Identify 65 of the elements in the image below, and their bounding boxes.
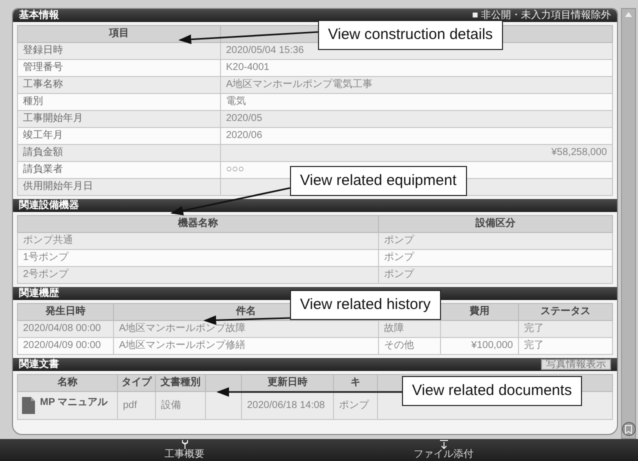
field-value: 電気 — [226, 96, 246, 107]
column-header: ステータス — [540, 306, 590, 317]
field-label: 工事開始年月 — [23, 113, 83, 124]
field-label: 登録日時 — [23, 45, 63, 56]
table-cell: その他 — [384, 340, 414, 351]
column-header: キ — [350, 377, 360, 388]
table-cell: 1号ポンプ — [23, 252, 69, 263]
field-value: K20-4001 — [226, 62, 270, 73]
table-cell: A地区マンホールポンプ故障 — [119, 323, 246, 334]
download-icon — [440, 440, 448, 449]
field-label: 工事名称 — [23, 79, 63, 90]
table-cell: A地区マンホールポンプ修繕 — [119, 340, 246, 351]
table-cell: 故障 — [384, 323, 404, 334]
scroll-up-icon[interactable] — [625, 12, 632, 17]
field-label: 竣工年月 — [23, 130, 63, 141]
column-header: 費用 — [470, 306, 490, 317]
document-icon — [22, 397, 35, 414]
field-value: 2020/05 — [226, 113, 262, 124]
table-cell: 2020/04/09 00:00 — [23, 340, 101, 351]
field-label: 種別 — [23, 96, 43, 107]
toolbar-button[interactable]: 工事概要 — [164, 439, 204, 461]
column-header: 文書種別 — [160, 377, 200, 388]
table-cell: 設備 — [161, 400, 181, 410]
column-header: タイプ — [122, 377, 152, 388]
table-cell: pdf — [123, 400, 137, 410]
field-value: ○○○ — [226, 164, 244, 175]
section-title: 関連機歴 — [19, 287, 59, 300]
column-header: 更新日時 — [268, 377, 308, 388]
field-value: 2020/06 — [226, 130, 262, 141]
field-value: ¥58,258,000 — [551, 147, 607, 158]
table-cell: ポンプ共通 — [23, 235, 73, 246]
field-label: 請負金額 — [23, 147, 63, 158]
field-value: 2020/05/04 15:36 — [226, 45, 304, 56]
section-title: 関連設備機器 — [19, 199, 79, 212]
scrollbar[interactable] — [621, 8, 636, 439]
field-label: 管理番号 — [23, 62, 63, 73]
table-cell: 2号ポンプ — [23, 269, 69, 280]
section-title: 基本情報 — [19, 9, 59, 22]
field-label: 供用開始年月日 — [23, 181, 93, 192]
toolbar-button[interactable]: ファイル添付 — [414, 439, 474, 461]
table-cell: ポンプ — [384, 269, 414, 280]
table-cell: 2020/06/18 14:08 — [247, 400, 325, 410]
column-header: 件名 — [236, 306, 256, 317]
column-header: 名称 — [58, 377, 78, 388]
field-label: 請負業者 — [23, 164, 63, 175]
table-cell: ¥100,000 — [471, 340, 513, 351]
field-value: A地区マンホールポンプ電気工事 — [226, 79, 373, 90]
table-cell: ポンプ — [384, 235, 414, 246]
bookmark-button[interactable] — [622, 422, 636, 436]
callout-label: View construction details — [318, 20, 503, 50]
column-header: 発生日時 — [46, 306, 86, 317]
callout-label: View related documents — [402, 376, 582, 406]
table-cell: 完了 — [524, 323, 544, 334]
column-header: 設備区分 — [476, 218, 516, 229]
column-header: 項目 — [109, 28, 129, 39]
column-header: 機器名称 — [178, 218, 218, 229]
table-cell: ポンプ — [384, 252, 414, 263]
table-cell: 完了 — [524, 340, 544, 351]
callout-label: View related history — [290, 290, 441, 320]
bookmark-icon — [625, 424, 632, 434]
filter-note: ■ 非公開・未入力項目情報除外 — [472, 9, 611, 22]
callout-label: View related equipment — [290, 166, 466, 196]
table-cell: ポンプ — [339, 400, 369, 410]
section-title: 関連文書 — [19, 358, 59, 371]
table-cell: 2020/04/08 00:00 — [23, 323, 101, 334]
